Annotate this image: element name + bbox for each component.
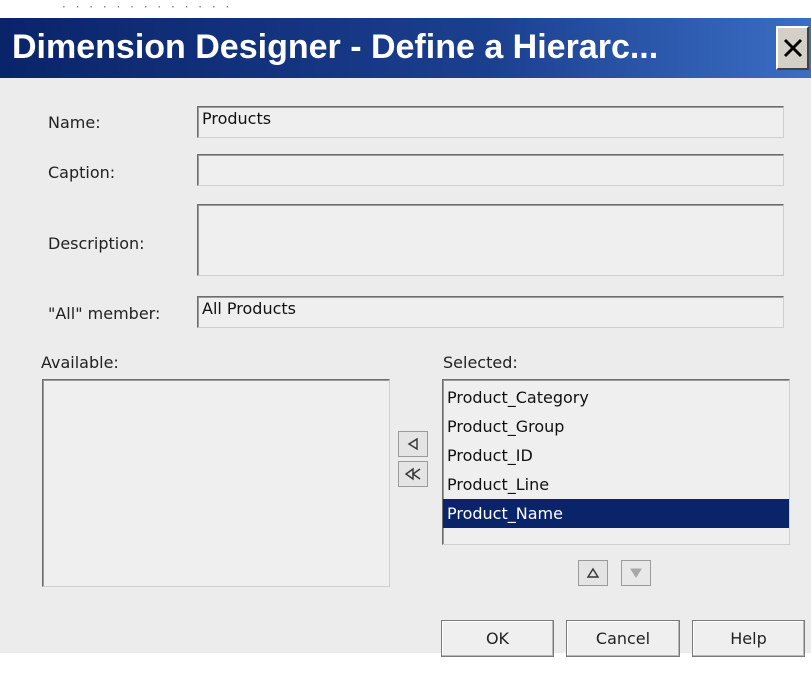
title-bar[interactable]: Dimension Designer - Define a Hierarc... bbox=[0, 18, 811, 78]
list-item-product-category[interactable]: Product_Category bbox=[443, 383, 789, 412]
list-item-product-line[interactable]: Product_Line bbox=[443, 470, 789, 499]
selected-label: Selected: bbox=[443, 353, 518, 372]
cancel-button[interactable]: Cancel bbox=[566, 620, 680, 657]
ok-button[interactable]: OK bbox=[441, 620, 554, 657]
arrow-down-icon bbox=[630, 568, 642, 578]
dialog-title: Dimension Designer - Define a Hierarc... bbox=[12, 28, 659, 66]
name-field[interactable]: Products bbox=[197, 106, 784, 138]
arrow-left-icon bbox=[407, 437, 418, 451]
close-icon bbox=[783, 38, 802, 58]
move-up-button[interactable] bbox=[578, 560, 608, 586]
available-list[interactable] bbox=[42, 379, 390, 587]
move-left-button[interactable] bbox=[398, 431, 428, 457]
background-window-strip: · · · · · · · · · · · · · bbox=[0, 0, 811, 18]
selected-list[interactable]: Product_Category Product_Group Product_I… bbox=[442, 379, 790, 545]
dimension-designer-dialog: Dimension Designer - Define a Hierarc...… bbox=[0, 18, 811, 657]
description-field[interactable] bbox=[197, 204, 784, 276]
description-label: Description: bbox=[48, 234, 145, 253]
list-item-product-name[interactable]: Product_Name bbox=[443, 499, 789, 528]
all-member-field[interactable]: All Products bbox=[197, 296, 784, 328]
caption-field[interactable] bbox=[197, 154, 784, 186]
background-caption: · · · · · · · · · · · · · bbox=[62, 0, 233, 14]
help-button[interactable]: Help bbox=[692, 620, 805, 657]
available-label: Available: bbox=[41, 353, 119, 372]
name-label: Name: bbox=[48, 113, 101, 132]
move-down-button[interactable] bbox=[621, 560, 651, 586]
list-item-product-group[interactable]: Product_Group bbox=[443, 412, 789, 441]
arrow-up-icon bbox=[586, 567, 600, 578]
all-member-label: "All" member: bbox=[48, 304, 161, 323]
close-button[interactable] bbox=[776, 26, 809, 70]
move-all-left-button[interactable] bbox=[398, 461, 428, 487]
list-item-product-id[interactable]: Product_ID bbox=[443, 441, 789, 470]
caption-label: Caption: bbox=[48, 163, 116, 182]
double-arrow-left-icon bbox=[404, 467, 421, 481]
